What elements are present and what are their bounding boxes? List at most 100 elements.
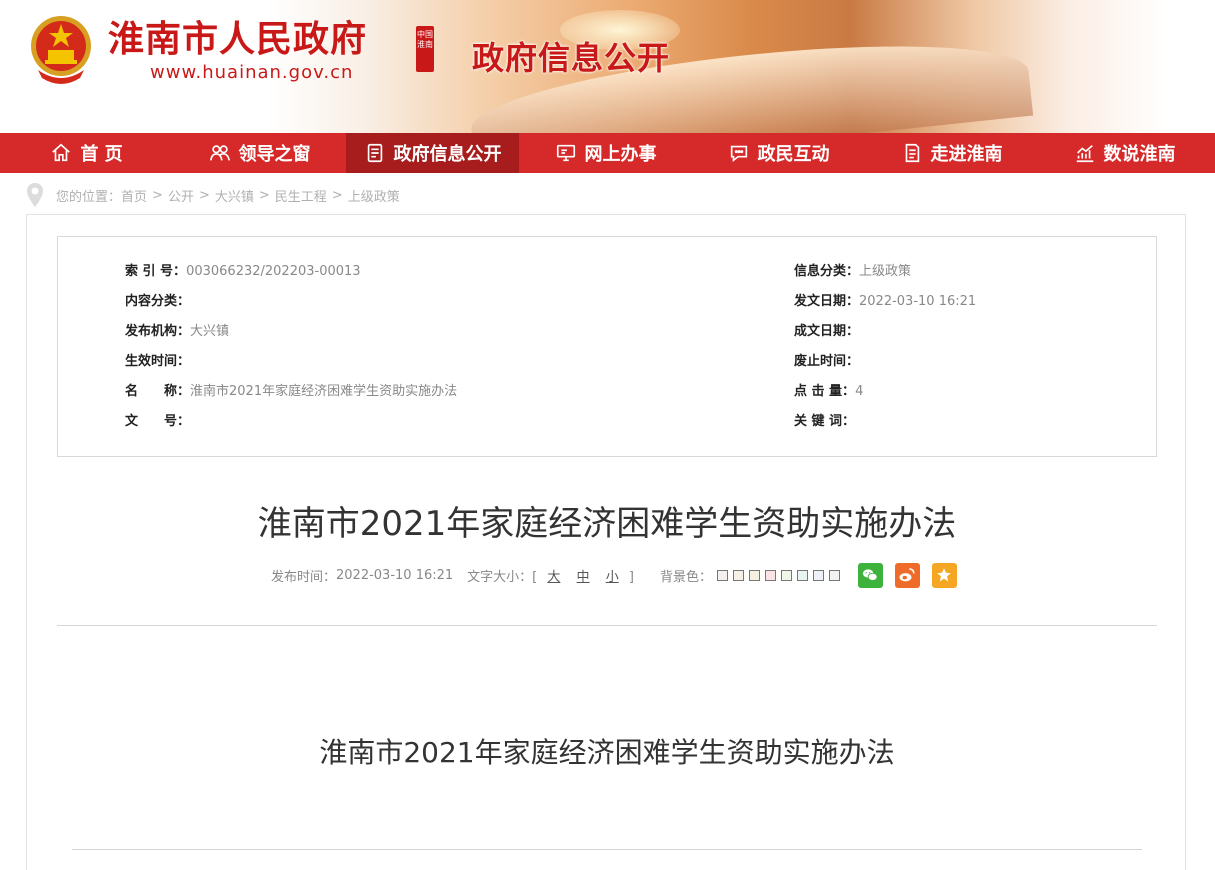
meta-row-expiry-date: 废止时间：	[794, 347, 976, 377]
meta-value: 2022-03-10 16:21	[859, 294, 977, 309]
meta-value: 上级政策	[859, 264, 912, 279]
breadcrumb-separator: >	[331, 187, 343, 203]
meta-row-issue-date: 发文日期：2022-03-10 16:21	[794, 287, 976, 317]
share-weibo-button[interactable]	[894, 562, 920, 588]
meta-key: 点 击 量：	[794, 384, 856, 399]
font-size-control: 文字大小：[ 大 中 小 ]	[467, 566, 634, 585]
divider	[57, 625, 1157, 626]
nav-label: 领导之窗	[238, 144, 311, 165]
bg-swatch[interactable]	[748, 569, 760, 581]
main-nav: 首 页 领导之窗 政府信息公开 网上办事 政民互动 走进淮南 数说淮南	[0, 133, 1215, 173]
font-medium-button[interactable]: 中	[577, 570, 590, 585]
nav-item-about[interactable]: 走进淮南	[865, 133, 1038, 173]
breadcrumb-separator: >	[152, 187, 163, 203]
meta-value: 003066232/202203-00013	[186, 264, 361, 279]
nav-item-online-service[interactable]: 网上办事	[519, 133, 692, 173]
meta-key: 索 引 号：	[125, 264, 187, 279]
weibo-icon	[899, 568, 915, 582]
meta-value: 淮南市2021年家庭经济困难学生资助实施办法	[190, 384, 458, 399]
meta-key: 关 键 词：	[794, 414, 856, 429]
bg-swatch[interactable]	[780, 569, 792, 581]
meta-row-index: 索 引 号：003066232/202203-00013	[125, 257, 457, 287]
breadcrumb-item-public[interactable]: 公开	[168, 186, 194, 205]
share-wechat-button[interactable]	[857, 562, 883, 588]
nav-label: 网上办事	[584, 144, 657, 165]
nav-item-leaders[interactable]: 领导之窗	[173, 133, 346, 173]
nav-label: 走进淮南	[930, 144, 1003, 165]
national-emblem-icon[interactable]	[28, 14, 94, 84]
bg-swatch[interactable]	[732, 569, 744, 581]
meta-key: 废止时间：	[794, 354, 860, 369]
wechat-icon	[863, 569, 878, 581]
meta-key: 信息分类：	[794, 264, 860, 279]
font-size-label: 文字大小：[	[467, 569, 538, 585]
chat-icon	[730, 145, 747, 163]
metadata-left-column: 索 引 号：003066232/202203-00013 内容分类： 发布机构：…	[125, 257, 457, 437]
bg-swatch[interactable]	[828, 569, 840, 581]
meta-row-effective-date: 生效时间：	[125, 347, 457, 377]
meta-value: 4	[855, 384, 864, 399]
font-size-close: ]	[628, 569, 634, 585]
article-info-bar: 发布时间： 2022-03-10 16:21 文字大小：[ 大 中 小 ] 背景…	[271, 561, 957, 589]
meta-row-content-category: 内容分类：	[125, 287, 457, 317]
nav-label: 政民互动	[757, 144, 830, 165]
nav-label: 首 页	[80, 144, 123, 165]
breadcrumb-item-daxing[interactable]: 大兴镇	[215, 186, 254, 205]
share-buttons	[857, 562, 957, 588]
meta-row-publisher: 发布机构：大兴镇	[125, 317, 457, 347]
bg-swatch[interactable]	[764, 569, 776, 581]
nav-label: 政府信息公开	[393, 144, 502, 165]
meta-row-written-date: 成文日期：	[794, 317, 976, 347]
bg-swatch[interactable]	[796, 569, 808, 581]
seal-text: 中国淮南	[417, 30, 433, 49]
article-body-heading: 淮南市2021年家庭经济困难学生资助实施办法	[319, 736, 895, 769]
meta-row-keywords: 关 键 词：	[794, 407, 976, 437]
meta-key: 生效时间：	[125, 354, 191, 369]
breadcrumb-prefix: 您的位置：	[56, 189, 122, 205]
breadcrumb-item-policy[interactable]: 上级政策	[348, 186, 400, 205]
meta-row-info-category: 信息分类：上级政策	[794, 257, 976, 287]
publish-label: 发布时间：	[271, 569, 337, 585]
content-panel: 索 引 号：003066232/202203-00013 内容分类： 发布机构：…	[26, 214, 1186, 870]
meta-row-doc-number: 文 号：	[125, 407, 457, 437]
meta-key: 发布机构：	[125, 324, 191, 339]
breadcrumb-separator: >	[198, 187, 210, 203]
divider	[72, 849, 1142, 850]
breadcrumb-separator: >	[258, 187, 270, 203]
meta-key: 成文日期：	[794, 324, 860, 339]
breadcrumb: 您的位置： 首页 > 公开 > 大兴镇 > 民生工程 > 上级政策	[26, 182, 400, 208]
metadata-right-column: 信息分类：上级政策 发文日期：2022-03-10 16:21 成文日期： 废止…	[794, 257, 976, 437]
meta-key: 发文日期：	[794, 294, 860, 309]
nav-label: 数说淮南	[1103, 144, 1176, 165]
breadcrumb-item-home[interactable]: 首页	[121, 186, 147, 205]
site-url[interactable]: www.huainan.gov.cn	[150, 62, 353, 84]
nav-item-data[interactable]: 数说淮南	[1038, 133, 1211, 173]
bg-label: 背景色：	[659, 569, 712, 585]
bg-swatch[interactable]	[716, 569, 728, 581]
chart-icon	[1076, 145, 1093, 163]
meta-row-views: 点 击 量：4	[794, 377, 976, 407]
metadata-table: 索 引 号：003066232/202203-00013 内容分类： 发布机构：…	[57, 236, 1157, 457]
monitor-icon	[556, 144, 575, 162]
nav-item-home[interactable]: 首 页	[0, 133, 173, 173]
header-banner: 淮南市人民政府 www.huainan.gov.cn 中国淮南 政府信息公开	[0, 0, 1215, 133]
site-name[interactable]: 淮南市人民政府	[108, 18, 367, 62]
bg-swatch[interactable]	[812, 569, 824, 581]
meta-value: 大兴镇	[190, 324, 230, 339]
meta-row-name: 名 称：淮南市2021年家庭经济困难学生资助实施办法	[125, 377, 457, 407]
book-icon	[905, 143, 919, 163]
people-icon	[209, 145, 230, 161]
font-small-button[interactable]: 小	[606, 570, 619, 585]
meta-key: 内容分类：	[125, 294, 191, 309]
add-favorite-button[interactable]	[931, 562, 957, 588]
font-large-button[interactable]: 大	[547, 570, 560, 585]
meta-key: 名 称：	[125, 384, 191, 399]
background-color-control: 背景色：	[660, 566, 840, 585]
nav-item-interaction[interactable]: 政民互动	[692, 133, 865, 173]
location-pin-icon	[27, 183, 43, 207]
publish-time: 2022-03-10 16:21	[336, 567, 454, 583]
meta-key: 文 号：	[125, 414, 191, 429]
star-icon	[937, 568, 952, 582]
nav-item-gov-info[interactable]: 政府信息公开	[346, 133, 519, 173]
breadcrumb-item-livelihood[interactable]: 民生工程	[275, 186, 327, 205]
